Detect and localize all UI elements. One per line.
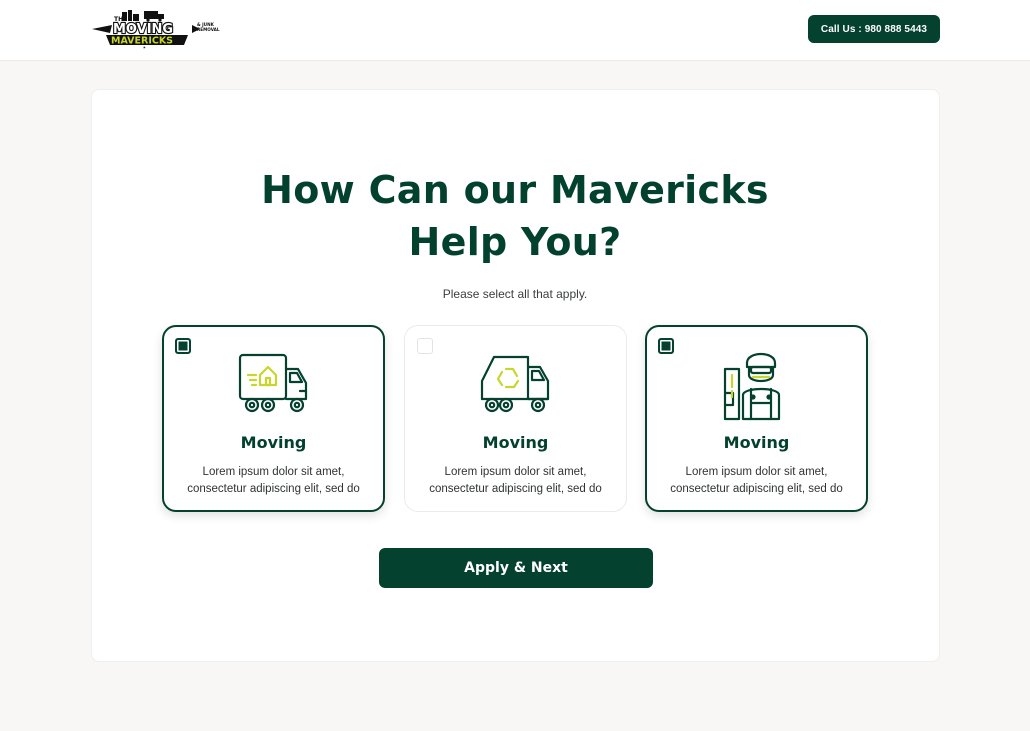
svg-text:MAVERICKS: MAVERICKS [111,36,173,47]
page-title-line-2: Help You? [408,220,622,264]
option-checkbox-checked[interactable] [175,338,191,354]
option-description-line-1: Lorem ipsum dolor sit amet, [202,466,345,478]
top-navbar: THE MOVING MAVERICKS & JUNK REMOVAL Call… [0,0,1030,61]
page-subtitle: Please select all that apply. [442,287,588,301]
service-option-moving-1[interactable]: Moving Lorem ipsum dolor sit amet, conse… [162,325,385,512]
option-description: Lorem ipsum dolor sit amet, consectetur … [164,464,383,498]
recycling-truck-icon [476,345,556,421]
moving-mavericks-logo-icon: THE MOVING MAVERICKS & JUNK REMOVAL [92,10,220,49]
service-option-moving-3[interactable]: Moving Lorem ipsum dolor sit amet, conse… [645,325,868,512]
option-description-line-1: Lorem ipsum dolor sit amet, [685,466,828,478]
option-title: Moving [723,433,790,452]
moving-truck-icon [234,345,314,421]
option-title: Moving [482,433,549,452]
page-title: How Can our Mavericks Help You? [0,164,1030,268]
option-description: Lorem ipsum dolor sit amet, consectetur … [647,464,866,498]
option-description-line-2: consectetur adipiscing elit, sed do [187,483,360,495]
service-option-moving-2[interactable]: Moving Lorem ipsum dolor sit amet, conse… [404,325,627,512]
site-logo[interactable]: THE MOVING MAVERICKS & JUNK REMOVAL [92,9,224,49]
mover-worker-icon [717,345,797,421]
page-title-line-1: How Can our Mavericks [261,168,769,212]
option-description-line-1: Lorem ipsum dolor sit amet, [444,466,587,478]
option-checkbox-checked[interactable] [658,338,674,354]
svg-text:REMOVAL: REMOVAL [197,27,220,32]
call-us-button[interactable]: Call Us : 980 888 5443 [808,15,940,43]
option-description-line-2: consectetur adipiscing elit, sed do [429,483,602,495]
option-title: Moving [240,433,307,452]
option-checkbox-unchecked[interactable] [417,338,433,354]
option-description-line-2: consectetur adipiscing elit, sed do [670,483,843,495]
apply-next-button[interactable]: Apply & Next [379,548,653,588]
option-description: Lorem ipsum dolor sit amet, consectetur … [405,464,626,498]
